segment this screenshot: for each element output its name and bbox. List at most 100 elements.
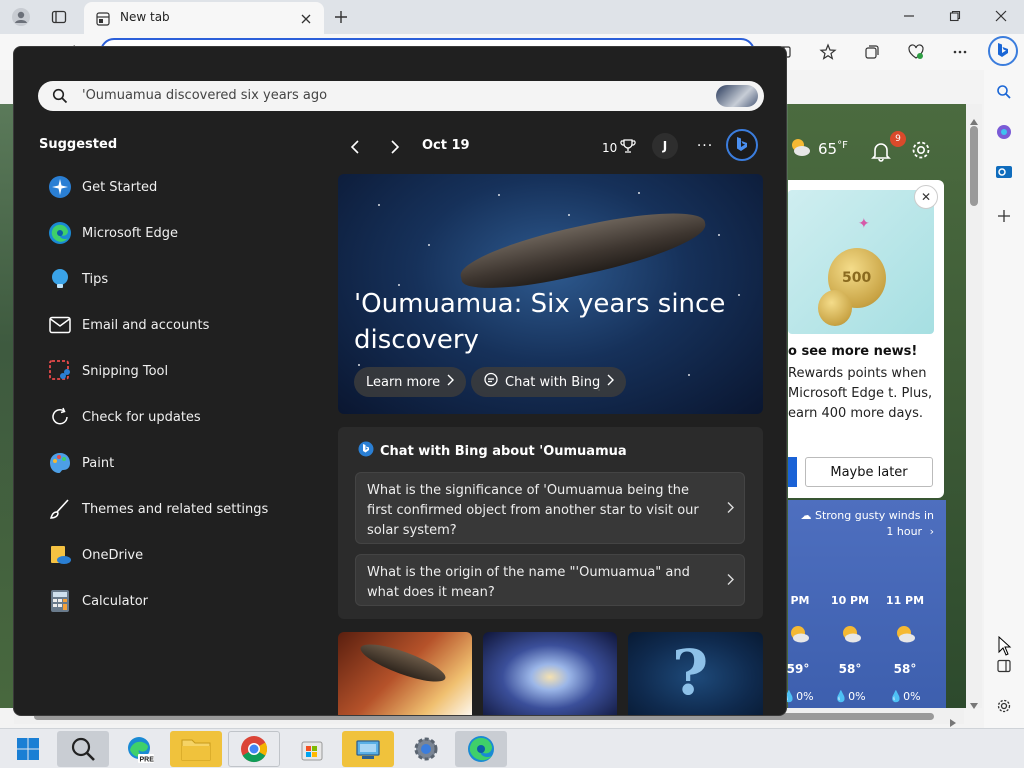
app-snipping-tool[interactable]: Snipping Tool — [46, 353, 296, 389]
notifications-bell-icon[interactable] — [870, 140, 892, 166]
outlook-icon[interactable] — [992, 160, 1016, 184]
next-arrow-icon[interactable] — [383, 135, 407, 159]
start-windows-icon[interactable] — [2, 731, 54, 767]
refresh-icon — [46, 403, 74, 431]
app-paint[interactable]: Paint — [46, 445, 296, 481]
app-calculator[interactable]: Calculator — [46, 583, 296, 619]
svg-text:PRE: PRE — [140, 757, 155, 764]
chrome-icon[interactable] — [228, 731, 280, 767]
profile-icon[interactable] — [8, 4, 34, 30]
trophy-icon — [620, 138, 636, 157]
asteroid-shape — [356, 637, 450, 689]
restore-button[interactable] — [940, 4, 970, 28]
app-label: Calculator — [82, 593, 149, 609]
hero-card-oumuamua[interactable]: 'Oumuamua: Six years since discovery Lea… — [338, 174, 763, 414]
star — [718, 234, 720, 236]
vertical-scroll-thumb[interactable] — [970, 126, 978, 206]
edge-sidebar — [984, 70, 1024, 730]
thumbnail-galaxy-image[interactable] — [483, 632, 617, 715]
edge-preview-icon[interactable]: PRE — [113, 731, 165, 767]
collections-icon[interactable] — [860, 40, 884, 64]
browser-titlebar: New tab — [0, 0, 1024, 34]
windows-taskbar: PRE — [0, 728, 1024, 768]
chat-with-bing-button[interactable]: Chat with Bing — [471, 367, 627, 397]
search-icon[interactable] — [992, 80, 1016, 104]
app-label: Themes and related settings — [82, 501, 269, 517]
chat-question-text: What is the origin of the name "'Oumuamu… — [367, 565, 690, 600]
promo-primary-button[interactable] — [788, 457, 797, 487]
app-get-started[interactable]: Get Started — [46, 169, 296, 205]
page-settings-gear-icon[interactable] — [910, 139, 932, 165]
search-query[interactable]: 'Oumuamua discovered six years ago — [82, 88, 327, 103]
bing-chat-icon[interactable] — [726, 129, 758, 161]
thumbnail-asteroid-image[interactable] — [338, 632, 472, 715]
user-avatar[interactable]: J — [652, 133, 678, 159]
file-explorer-icon[interactable] — [170, 731, 222, 767]
app-themes-and-related-settings[interactable]: Themes and related settings — [46, 491, 296, 527]
app-tips[interactable]: Tips — [46, 261, 296, 297]
search-box[interactable]: 'Oumuamua discovered six years ago — [38, 81, 764, 111]
tab-title: New tab — [120, 10, 170, 24]
chat-with-bing-label: Chat with Bing — [505, 374, 601, 390]
hour-temp: 58° — [893, 662, 917, 676]
app-label: OneDrive — [82, 547, 144, 563]
tab-actions-icon[interactable] — [46, 4, 72, 30]
star — [358, 364, 360, 366]
moon-cloud-icon — [791, 626, 809, 643]
rewards-points[interactable]: 10 — [602, 138, 636, 157]
scroll-down-icon[interactable] — [970, 694, 978, 713]
sidebar-settings-icon[interactable] — [992, 694, 1016, 718]
hour-time: 11 PM — [885, 594, 925, 607]
maybe-later-button[interactable]: Maybe later — [805, 457, 933, 487]
chat-question[interactable]: What is the origin of the name "'Oumuamu… — [355, 554, 745, 606]
suggested-heading: Suggested — [39, 137, 118, 152]
rewards-promo-card: 500 ✦ — [788, 180, 944, 498]
tab-new-tab[interactable]: New tab — [84, 2, 324, 34]
chevron-right-icon — [726, 571, 734, 590]
app-microsoft-edge[interactable]: Microsoft Edge — [46, 215, 296, 251]
hourly-weather-card[interactable]: ☁ Strong gusty winds in 1 hour › PM 10 P… — [782, 500, 946, 708]
oumuamua-asteroid-image — [455, 200, 711, 300]
app-check-for-updates[interactable]: Check for updates — [46, 399, 296, 435]
chat-question[interactable]: What is the significance of 'Oumuamua be… — [355, 472, 745, 544]
search-highlight-image[interactable] — [716, 85, 758, 107]
microsoft-store-icon[interactable] — [286, 731, 338, 767]
favorites-icon[interactable] — [816, 40, 840, 64]
star — [428, 244, 430, 246]
promo-close-icon[interactable]: ✕ — [914, 185, 938, 209]
calculator-icon — [46, 587, 74, 615]
taskbar-search-icon[interactable] — [57, 731, 109, 767]
microsoft-edge-taskbar-icon[interactable] — [455, 731, 507, 767]
app-email-and-accounts[interactable]: Email and accounts — [46, 307, 296, 343]
browser-essentials-icon[interactable] — [904, 40, 928, 64]
weather-widget[interactable]: 65°F — [788, 136, 848, 162]
learn-more-button[interactable]: Learn more — [354, 367, 467, 397]
hero-title: 'Oumuamua: Six years since discovery — [354, 289, 726, 355]
chat-heading-text: Chat with Bing about 'Oumuamua — [380, 443, 627, 459]
search-icon — [52, 88, 68, 108]
add-app-icon[interactable] — [992, 204, 1016, 228]
new-tab-button[interactable] — [328, 4, 354, 30]
hour-precip-value: 0% — [848, 690, 866, 703]
copilot-icon[interactable] — [992, 120, 1016, 144]
minimize-button[interactable] — [894, 4, 924, 28]
thumbnail-question-mark-image[interactable]: ? — [628, 632, 763, 715]
settings-more-icon[interactable] — [948, 40, 972, 64]
wind-alert[interactable]: ☁ Strong gusty winds in 1 hour › — [794, 508, 934, 540]
close-window-button[interactable] — [986, 4, 1016, 28]
close-tab-icon[interactable] — [300, 10, 312, 29]
app-onedrive[interactable]: OneDrive — [46, 537, 296, 573]
app-label: Tips — [82, 271, 109, 287]
tips-icon — [46, 265, 74, 293]
snipping-tool-icon — [46, 357, 74, 385]
more-options-button[interactable]: ··· — [692, 133, 718, 159]
sparkle-icon: ✦ — [858, 216, 870, 232]
remote-desktop-icon[interactable] — [342, 731, 394, 767]
vertical-scrollbar[interactable] — [966, 104, 982, 709]
bing-copilot-icon[interactable] — [988, 36, 1018, 66]
previous-arrow-icon[interactable] — [343, 135, 367, 159]
get-started-icon — [46, 173, 74, 201]
settings-gear-icon[interactable] — [400, 731, 452, 767]
hour-precip-value: 0% — [796, 690, 814, 703]
chat-question-text: What is the significance of 'Oumuamua be… — [367, 483, 699, 538]
